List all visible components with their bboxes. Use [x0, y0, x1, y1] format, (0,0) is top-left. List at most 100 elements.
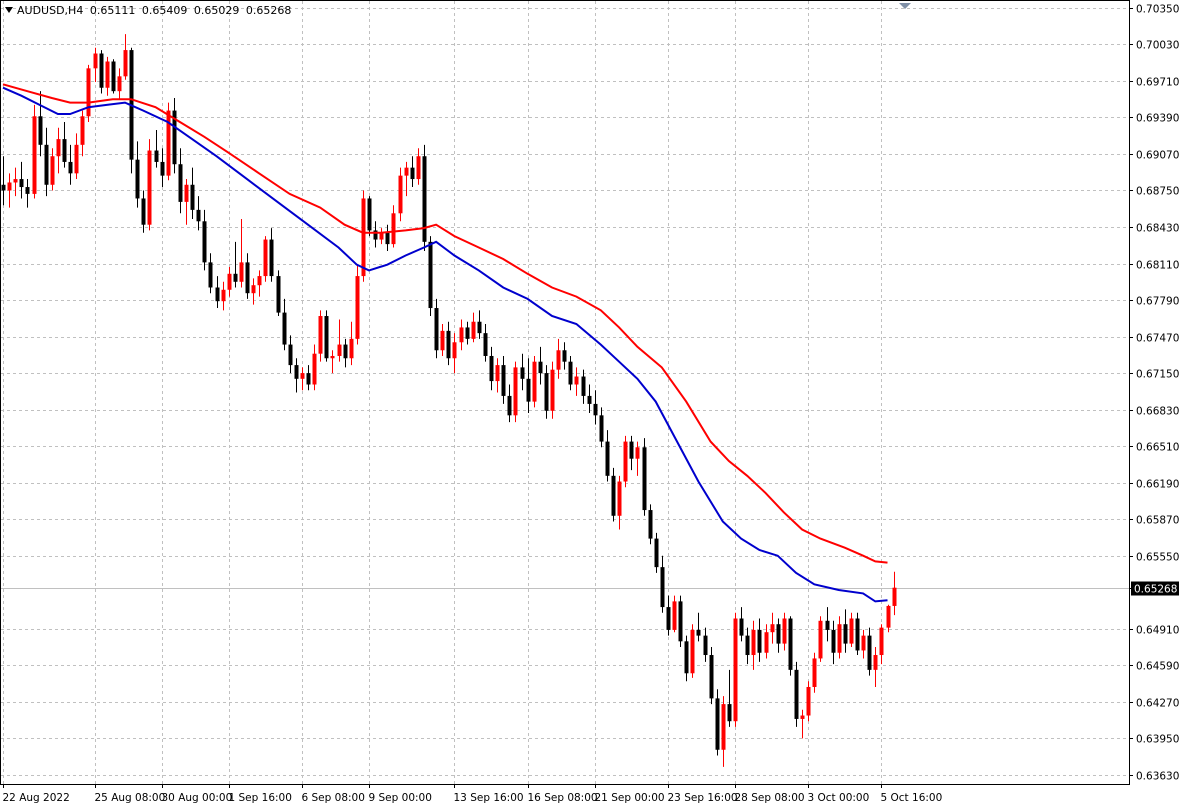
candle-body [867, 635, 872, 670]
x-tick-label: 3 Oct 00:00 [808, 792, 870, 804]
candle-body [465, 327, 470, 339]
candle-body [355, 276, 360, 339]
candle-body [239, 262, 244, 282]
candle-body [318, 316, 323, 354]
candle [648, 504, 653, 545]
y-tick-label: 0.65550 [1136, 552, 1179, 564]
candle-body [343, 344, 348, 359]
candle [550, 361, 555, 419]
x-tick-label: 23 Sep 16:00 [668, 792, 738, 804]
candle-body [1, 184, 6, 191]
y-tick-label: 0.67470 [1136, 333, 1179, 345]
candle-body [446, 330, 451, 359]
candle-body [501, 365, 506, 396]
dropdown-triangle-icon[interactable] [5, 7, 13, 13]
candle-body [38, 116, 43, 145]
symbol-header[interactable]: AUDUSD,H4 0.65111 0.65409 0.65029 0.6526… [5, 4, 294, 17]
y-tick-label: 0.69710 [1136, 77, 1179, 89]
candle-body [721, 704, 726, 750]
candle-body [135, 159, 140, 199]
candle-body [611, 475, 616, 516]
y-tick-label: 0.69070 [1136, 150, 1179, 162]
candle-body [709, 655, 714, 699]
candle-body [873, 655, 878, 670]
candle-body [50, 156, 55, 185]
candle-body [892, 587, 897, 606]
y-tick-label: 0.64910 [1136, 625, 1179, 637]
candle-body [879, 627, 884, 656]
candle-body [398, 175, 403, 214]
candle-body [812, 658, 817, 687]
candle-body [764, 632, 769, 653]
high-price: 0.65409 [141, 4, 188, 17]
y-tick-label: 0.68430 [1136, 223, 1179, 235]
candle [428, 236, 433, 317]
candle-body [178, 164, 183, 202]
candle-body [745, 635, 750, 656]
candle-body [263, 239, 268, 277]
candle-body [294, 365, 299, 379]
candle-body [111, 61, 116, 92]
candle-body [19, 179, 24, 188]
candle [794, 661, 799, 727]
candle-body [276, 276, 281, 313]
candle-body [13, 179, 18, 183]
candle-body [587, 395, 592, 404]
x-tick-label: 28 Sep 08:00 [735, 792, 805, 804]
candle-body [184, 184, 189, 202]
candle-body [782, 618, 787, 644]
candle-body [233, 273, 238, 282]
candle-body [25, 187, 30, 194]
candle-body [86, 68, 91, 117]
candle-body [440, 330, 445, 351]
open-price: 0.65111 [89, 4, 136, 17]
candle-body [507, 395, 512, 416]
candle-body [306, 373, 311, 385]
candle-body [117, 76, 122, 92]
y-tick-label: 0.63950 [1136, 734, 1179, 746]
candle-body [568, 361, 573, 385]
candle-body [166, 110, 171, 176]
candle-body [751, 629, 756, 656]
candle-body [886, 605, 891, 628]
candle-body [654, 538, 659, 568]
candle-body [861, 635, 866, 651]
y-tick-label: 0.67790 [1136, 296, 1179, 308]
candle-body [99, 53, 104, 88]
candle-body [672, 601, 677, 630]
candle [544, 365, 549, 419]
candle-body [379, 232, 384, 240]
candle-body [391, 213, 396, 245]
candle-body [635, 447, 640, 459]
candle-body [581, 376, 586, 396]
candle-body [312, 353, 317, 385]
x-tick-label: 21 Sep 00:00 [595, 792, 665, 804]
candle-body [837, 624, 842, 653]
candle-body [825, 620, 830, 630]
candle-body [202, 221, 207, 263]
candle [642, 438, 647, 516]
candle-body [806, 686, 811, 716]
candle-body [513, 367, 518, 416]
candle-body [776, 624, 781, 644]
candle-body [666, 607, 671, 630]
candle-body [62, 139, 67, 162]
x-tick-label: 30 Aug 00:00 [162, 792, 233, 804]
candle-body [739, 618, 744, 636]
candle-body [330, 355, 335, 359]
price-chart[interactable]: 0.70350 0.70030 0.69710 0.69390 0.69070 0.687… [0, 0, 1185, 808]
candle-body [300, 373, 305, 379]
candle-body [147, 150, 152, 225]
candle [678, 595, 683, 648]
candle [818, 616, 823, 662]
candle-body [727, 704, 732, 722]
candle [86, 64, 91, 122]
candle [733, 612, 738, 727]
candle-body [361, 198, 366, 277]
candle-body [324, 316, 329, 359]
candle-body [574, 376, 579, 385]
chart-window[interactable]: 0.70350 0.70030 0.69710 0.69390 0.69070 0.687… [0, 0, 1185, 808]
candle-body [32, 116, 37, 194]
candle-body [800, 715, 805, 719]
candle-body [642, 447, 647, 511]
